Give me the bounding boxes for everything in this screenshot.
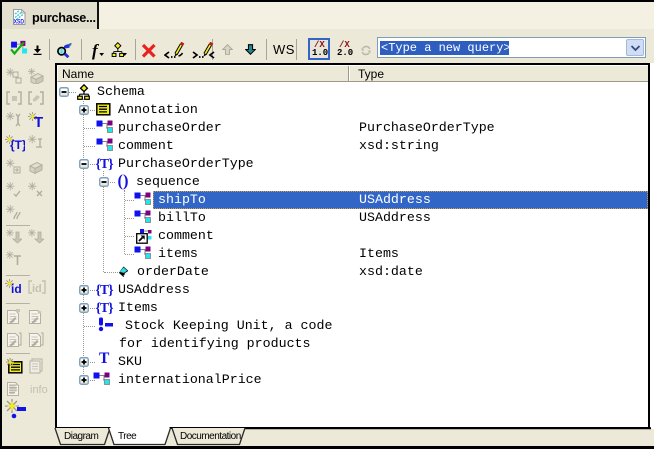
svg-text:{T}: {T}: [10, 138, 25, 152]
svg-text:id: id: [32, 283, 42, 295]
svg-text:id: id: [11, 282, 22, 296]
svg-text:XSD: XSD: [14, 20, 25, 25]
svg-text:T: T: [34, 114, 43, 129]
